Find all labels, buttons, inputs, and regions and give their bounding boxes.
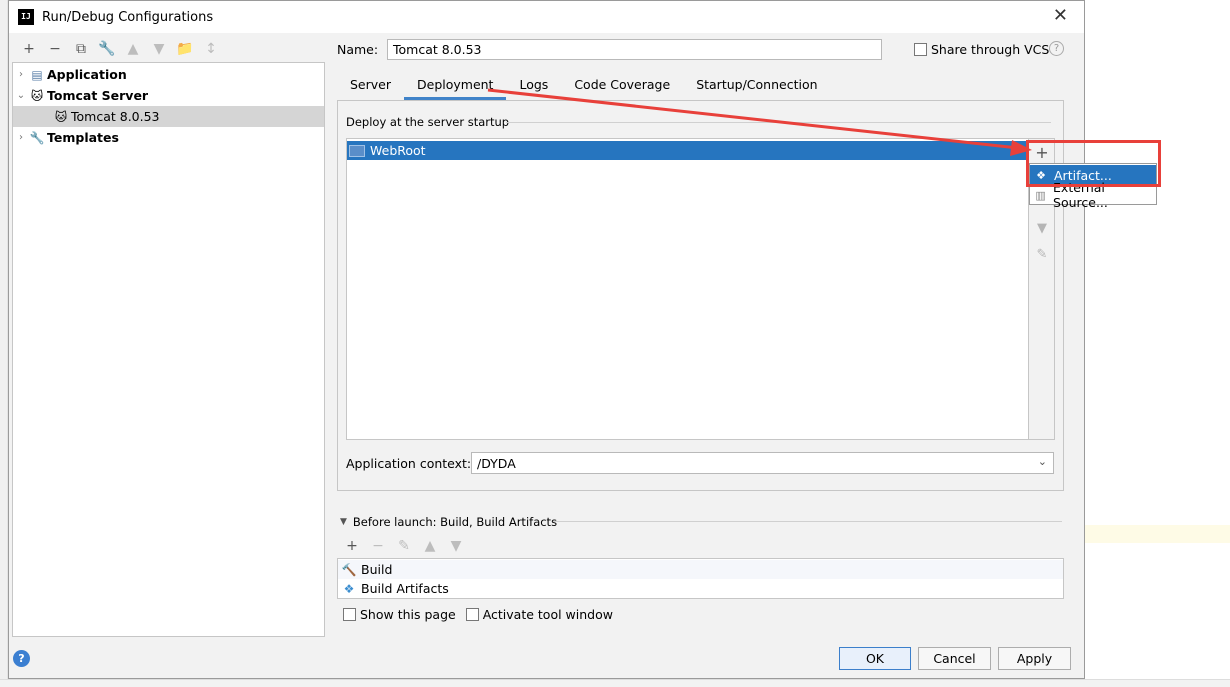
copy-icon[interactable]: ⧉ <box>68 40 94 58</box>
chevron-right-icon[interactable]: › <box>13 69 29 80</box>
tab-code-coverage[interactable]: Code Coverage <box>561 72 683 100</box>
editor-line-highlight <box>1085 525 1230 543</box>
activate-tool-checkbox[interactable] <box>465 608 479 621</box>
edit-icon[interactable]: ✎ <box>1029 247 1055 262</box>
artifact-icon: ❖ <box>343 581 355 596</box>
tab-logs[interactable]: Logs <box>506 72 561 100</box>
add-icon[interactable]: + <box>16 40 42 58</box>
chevron-down-icon[interactable]: ⌄ <box>13 90 29 101</box>
name-field[interactable]: Tomcat 8.0.53 <box>387 39 882 60</box>
tab-bar: Server Deployment Logs Code Coverage Sta… <box>337 72 831 100</box>
deploy-section-label: Deploy at the server startup <box>346 115 510 129</box>
help-icon[interactable]: ? <box>1049 41 1064 56</box>
external-source-icon: ▥ <box>1035 188 1046 202</box>
launch-options: Show this page Activate tool window <box>343 607 613 622</box>
name-label: Name: <box>337 42 379 57</box>
editor-gutter <box>0 0 8 687</box>
share-vcs-checkbox[interactable] <box>914 43 927 56</box>
cancel-button[interactable]: Cancel <box>918 647 991 670</box>
tomcat-icon: 🐱 <box>30 88 44 103</box>
tree-item-label: Tomcat 8.0.53 <box>71 109 160 124</box>
move-down-icon[interactable]: ▼ <box>146 40 172 58</box>
ide-status-strip <box>0 679 1230 687</box>
remove-icon[interactable]: − <box>365 537 391 555</box>
before-launch-header[interactable]: ▼ Before launch: Build, Build Artifacts <box>340 515 557 529</box>
dialog-title: Run/Debug Configurations <box>42 10 214 25</box>
config-toolbar: + − ⧉ 🔧 ▲ ▼ 📁 ↕ <box>16 40 224 58</box>
deploy-list[interactable]: WebRoot <box>346 138 1029 440</box>
show-page-label: Show this page <box>360 607 456 622</box>
wrench-icon: 🔧 <box>29 130 45 145</box>
application-icon: ▤ <box>31 67 43 82</box>
sort-icon[interactable]: ↕ <box>198 40 224 58</box>
add-icon[interactable]: + <box>339 537 365 555</box>
wrench-icon[interactable]: 🔧 <box>94 40 120 58</box>
title-bar: IJ Run/Debug Configurations ✕ <box>9 1 1084 33</box>
list-item-label: Build <box>361 562 393 577</box>
folder-icon <box>349 144 365 157</box>
list-item[interactable]: 🔨 Build <box>338 560 1063 579</box>
edit-icon[interactable]: ✎ <box>391 537 417 555</box>
tree-item-label: Application <box>47 67 127 82</box>
move-down-icon[interactable]: ▼ <box>1029 221 1055 236</box>
remove-icon[interactable]: − <box>42 40 68 58</box>
menu-item-external-source[interactable]: ▥ External Source... <box>1030 180 1156 210</box>
move-down-icon[interactable]: ▼ <box>443 537 469 555</box>
list-item-label: Build Artifacts <box>361 581 449 596</box>
before-launch-list: 🔨 Build ❖ Build Artifacts <box>337 558 1064 599</box>
tab-deployment[interactable]: Deployment <box>404 72 507 100</box>
close-icon[interactable]: ✕ <box>1053 7 1068 25</box>
chevron-right-icon[interactable]: › <box>13 132 29 143</box>
divider <box>506 122 1051 123</box>
apply-button[interactable]: Apply <box>998 647 1071 670</box>
deploy-item-webroot[interactable]: WebRoot <box>347 141 1028 160</box>
before-launch-label: Before launch: Build, Build Artifacts <box>352 515 558 529</box>
hammer-icon: 🔨 <box>341 562 357 577</box>
intellij-icon: IJ <box>18 9 34 25</box>
tree-item-application[interactable]: › ▤ Application <box>13 64 324 85</box>
share-vcs-label: Share through VCS <box>931 42 1050 57</box>
move-up-icon[interactable]: ▲ <box>120 40 146 58</box>
ok-button[interactable]: OK <box>839 647 911 670</box>
collapse-triangle-icon[interactable]: ▼ <box>340 517 347 527</box>
tree-item-label: Templates <box>47 130 119 145</box>
share-vcs-option[interactable]: Share through VCS <box>914 42 1049 57</box>
folder-add-icon[interactable]: 📁 <box>172 40 198 58</box>
tomcat-icon: 🐱 <box>54 109 68 124</box>
show-page-checkbox[interactable] <box>343 608 356 621</box>
divider <box>553 521 1062 522</box>
tree-item-tomcat-server[interactable]: ⌄ 🐱 Tomcat Server <box>13 85 324 106</box>
tree-item-label: Tomcat Server <box>47 88 149 103</box>
help-icon[interactable]: ? <box>13 650 30 667</box>
annotation-highlight-box <box>1026 140 1161 187</box>
chevron-down-icon[interactable]: ⌄ <box>1038 455 1047 468</box>
tab-server[interactable]: Server <box>337 72 404 100</box>
tree-item-templates[interactable]: › 🔧 Templates <box>13 127 324 148</box>
tree-item-tomcat-8[interactable]: 🐱 Tomcat 8.0.53 <box>13 106 324 127</box>
activate-tool-label: Activate tool window <box>482 607 613 622</box>
before-launch-toolbar: + − ✎ ▲ ▼ <box>339 537 469 555</box>
config-tree: › ▤ Application ⌄ 🐱 Tomcat Server 🐱 Tomc… <box>12 62 325 637</box>
deploy-item-label: WebRoot <box>370 143 426 158</box>
move-up-icon[interactable]: ▲ <box>417 537 443 555</box>
app-context-select[interactable]: /DYDA ⌄ <box>471 452 1054 474</box>
tab-startup-connection[interactable]: Startup/Connection <box>683 72 830 100</box>
list-item[interactable]: ❖ Build Artifacts <box>338 579 1063 598</box>
app-context-label: Application context: <box>346 456 472 471</box>
app-context-value: /DYDA <box>477 456 516 471</box>
